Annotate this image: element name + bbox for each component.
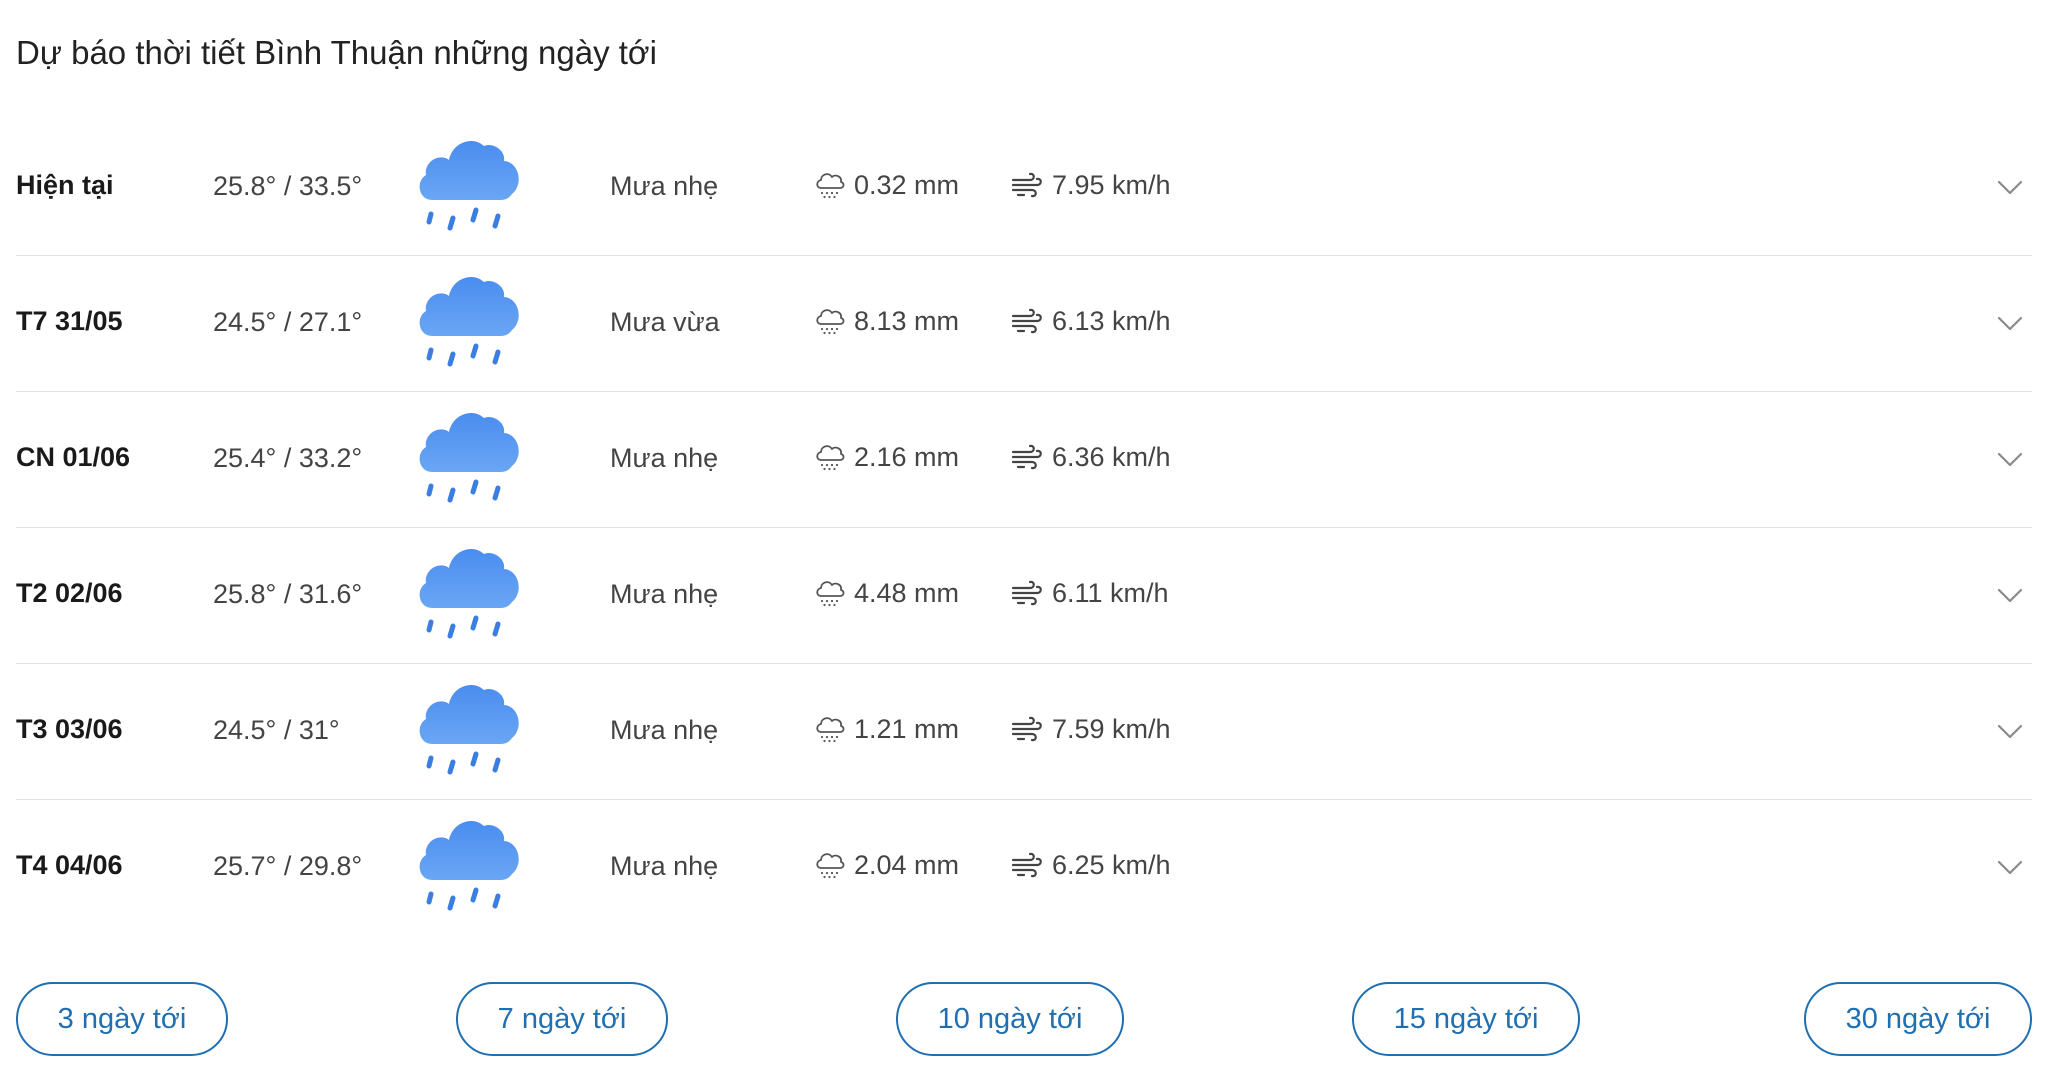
precipitation: 8.13 mm: [814, 303, 959, 339]
wind-speed-value: 7.95 km/h: [1052, 169, 1171, 200]
temperature-range: 25.4° / 33.2°: [213, 443, 363, 473]
rain-cloud-icon: [419, 276, 519, 367]
weather-condition: Mưa vừa: [610, 307, 720, 337]
temperature-range: 25.8° / 33.5°: [213, 171, 363, 201]
precipitation-value: 8.13 mm: [854, 305, 960, 336]
forecast-row[interactable]: CN 01/06 25.4° / 33.2° Mưa nhẹ 2.16 mm 6…: [16, 392, 2032, 528]
7-days-button[interactable]: 7 ngày tới: [456, 982, 668, 1056]
wind-icon: [1011, 172, 1042, 198]
wind-icon: [1011, 852, 1042, 878]
precipitation-value: 2.16 mm: [854, 441, 960, 472]
temperature-range: 25.8° / 31.6°: [213, 579, 363, 609]
wind-speed: 7.59 km/h: [1010, 711, 1171, 747]
precipitation-value: 0.32 mm: [854, 169, 960, 200]
precipitation-icon: [816, 717, 845, 743]
temperature-range: 25.7° / 29.8°: [213, 851, 363, 881]
wind-icon: [1011, 580, 1042, 606]
weather-condition: Mưa nhẹ: [610, 851, 719, 881]
precipitation: 1.21 mm: [814, 711, 959, 747]
rain-cloud-icon: [419, 412, 519, 503]
chevron-down-icon[interactable]: [1996, 581, 2024, 609]
wind-speed-value: 6.25 km/h: [1052, 849, 1171, 880]
forecast-range-buttons: 3 ngày tới 7 ngày tới 10 ngày tới 15 ngà…: [16, 982, 2032, 1060]
rain-cloud-icon: [419, 548, 519, 639]
precipitation: 0.32 mm: [814, 167, 959, 203]
forecast-row[interactable]: T2 02/06 25.8° / 31.6° Mưa nhẹ 4.48 mm 6…: [16, 528, 2032, 664]
rain-cloud-icon: [419, 140, 519, 231]
precipitation: 4.48 mm: [814, 575, 959, 611]
precipitation: 2.04 mm: [814, 847, 959, 883]
weather-condition: Mưa nhẹ: [610, 715, 719, 745]
chevron-down-icon[interactable]: [1996, 717, 2024, 745]
wind-speed: 6.36 km/h: [1010, 439, 1171, 475]
chevron-down-icon[interactable]: [1996, 173, 2024, 201]
precipitation-icon: [816, 309, 845, 335]
chevron-down-icon[interactable]: [1996, 445, 2024, 473]
precipitation-icon: [816, 581, 845, 607]
precipitation: 2.16 mm: [814, 439, 959, 475]
weather-condition: Mưa nhẹ: [610, 579, 719, 609]
rain-cloud-icon: [419, 684, 519, 775]
precipitation-icon: [816, 173, 845, 199]
wind-icon: [1011, 716, 1042, 742]
wind-speed: 6.25 km/h: [1010, 847, 1171, 883]
day-label: T3 03/06: [16, 714, 123, 744]
chevron-down-icon[interactable]: [1996, 309, 2024, 337]
day-label: Hiện tại: [16, 170, 114, 200]
wind-speed-value: 6.36 km/h: [1052, 441, 1171, 472]
30-days-button[interactable]: 30 ngày tới: [1804, 982, 2032, 1056]
precipitation-value: 1.21 mm: [854, 713, 960, 744]
day-label: T2 02/06: [16, 578, 123, 608]
15-days-button[interactable]: 15 ngày tới: [1352, 982, 1580, 1056]
precipitation-icon: [816, 853, 845, 879]
precipitation-icon: [816, 445, 845, 471]
wind-speed: 6.11 km/h: [1010, 575, 1169, 611]
wind-speed: 7.95 km/h: [1010, 167, 1171, 203]
precipitation-value: 2.04 mm: [854, 849, 960, 880]
weather-condition: Mưa nhẹ: [610, 443, 719, 473]
forecast-list: Hiện tại 25.8° / 33.5° Mưa nhẹ 0.32 mm 7…: [16, 120, 2032, 935]
temperature-range: 24.5° / 27.1°: [213, 307, 363, 337]
3-days-button[interactable]: 3 ngày tới: [16, 982, 228, 1056]
weather-condition: Mưa nhẹ: [610, 171, 719, 201]
wind-icon: [1011, 308, 1042, 334]
day-label: T7 31/05: [16, 306, 123, 336]
temperature-range: 24.5° / 31°: [213, 715, 340, 745]
10-days-button[interactable]: 10 ngày tới: [896, 982, 1124, 1056]
wind-speed-value: 6.11 km/h: [1052, 577, 1169, 608]
wind-speed: 6.13 km/h: [1010, 303, 1171, 339]
wind-icon: [1011, 444, 1042, 470]
rain-cloud-icon: [419, 820, 519, 911]
wind-speed-value: 7.59 km/h: [1052, 713, 1171, 744]
forecast-row[interactable]: T7 31/05 24.5° / 27.1° Mưa vừa 8.13 mm 6…: [16, 256, 2032, 392]
wind-speed-value: 6.13 km/h: [1052, 305, 1171, 336]
forecast-row[interactable]: T4 04/06 25.7° / 29.8° Mưa nhẹ 2.04 mm 6…: [16, 800, 2032, 935]
day-label: T4 04/06: [16, 850, 123, 880]
day-label: CN 01/06: [16, 442, 131, 472]
page-title: Dự báo thời tiết Bình Thuận những ngày t…: [16, 34, 657, 72]
precipitation-value: 4.48 mm: [854, 577, 960, 608]
forecast-row[interactable]: T3 03/06 24.5° / 31° Mưa nhẹ 1.21 mm 7.5…: [16, 664, 2032, 800]
chevron-down-icon[interactable]: [1996, 853, 2024, 881]
forecast-row-today[interactable]: Hiện tại 25.8° / 33.5° Mưa nhẹ 0.32 mm 7…: [16, 120, 2032, 256]
